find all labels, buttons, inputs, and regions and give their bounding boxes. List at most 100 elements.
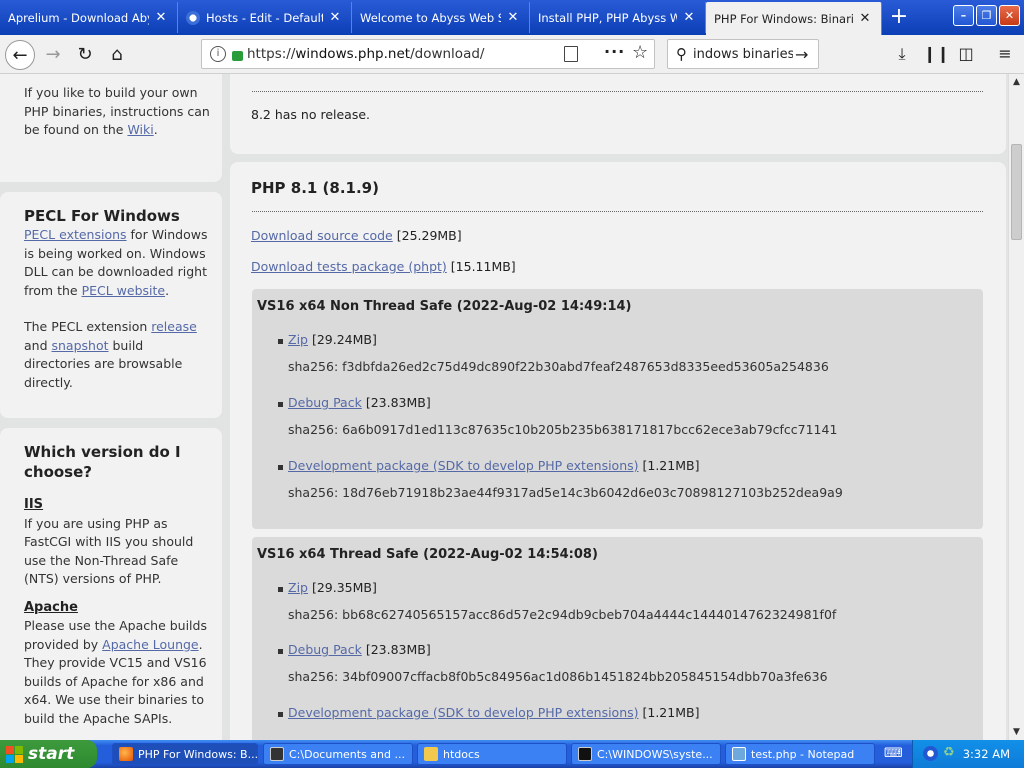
build-own-card: If you like to build your own PHP binari… [0,74,222,182]
download-tests-link[interactable]: Download tests package (phpt) [251,259,447,274]
wiki-link[interactable]: Wiki [127,122,153,137]
scrollbar-thumb[interactable] [1011,144,1022,240]
tab-abyss-welcome[interactable]: Welcome to Abyss Web Ser ✕ [352,2,530,33]
file-size: [23.83MB] [365,642,431,657]
source-row: Download source code [25.29MB] [251,228,462,243]
tab-title: Welcome to Abyss Web Ser [360,10,501,25]
globe-tray-icon[interactable] [923,746,938,761]
pecl-dirs-text: The PECL extension release and snapshot … [24,318,210,392]
url-path: /download/ [410,46,485,62]
task-label: htdocs [443,747,480,761]
tab-php-windows[interactable]: PHP For Windows: Binaries a ✕ [706,2,882,35]
sha256-text: sha256: f3dbfda26ed2c75d49dc890f22b30abd… [288,359,829,374]
tests-row: Download tests package (phpt) [15.11MB] [251,259,516,274]
debug-pack-link[interactable]: Debug Pack [288,395,362,410]
apache-heading: Apache [24,599,78,615]
bullet [278,465,283,470]
bookmark-star-icon[interactable]: ☆ [632,42,648,63]
which-version-card: Which version do I choose? IIS If you ar… [0,428,222,740]
task-firefox[interactable]: PHP For Windows: B... [112,743,258,765]
tab-hosts[interactable]: Hosts - Edit - Default H ✕ [178,2,352,33]
build-own-pre: If you like to build your own PHP binari… [24,85,210,137]
file-size: [29.35MB] [311,580,377,595]
task-notepad[interactable]: test.php - Notepad [725,743,875,765]
tab-close-icon[interactable]: ✕ [505,10,521,25]
divider [252,91,983,92]
build-box-nts: VS16 x64 Non Thread Safe (2022-Aug-02 14… [252,289,983,529]
snapshot-link[interactable]: snapshot [52,338,109,353]
start-button[interactable]: start [0,740,97,768]
pecl-text-3: The PECL extension [24,319,152,334]
home-button[interactable]: ⌂ [102,40,132,70]
task-cmd-system[interactable]: C:\WINDOWS\syste... [571,743,721,765]
file-row: Debug Pack [23.83MB] [288,395,431,410]
reader-view-icon[interactable] [564,46,578,62]
iis-heading: IIS [24,497,44,512]
file-size: [1.21MB] [642,458,700,473]
zip-link[interactable]: Zip [288,332,308,347]
minimize-button[interactable]: – [953,5,974,26]
vertical-scrollbar[interactable]: ▲ ▼ [1008,74,1024,740]
tab-close-icon[interactable]: ✕ [153,10,169,25]
file-row: Debug Pack [23.83MB] [288,642,431,657]
close-window-button[interactable]: ✕ [999,5,1020,26]
tab-close-icon[interactable]: ✕ [857,11,873,26]
info-icon[interactable]: i [210,46,226,62]
build-own-text: If you like to build your own PHP binari… [24,84,210,140]
pecl-text-4: and [24,337,52,353]
network-tray-icon[interactable]: ♻ [943,745,958,760]
scroll-down-arrow-icon[interactable]: ▼ [1009,724,1024,740]
back-button[interactable]: ← [5,40,35,70]
bullet [278,339,283,344]
menu-icon[interactable]: ≡ [994,43,1016,65]
sidebar-toggle-icon[interactable]: ◫ [955,43,977,65]
keyboard-icon[interactable]: ⌨ [884,746,903,762]
pecl-website-link[interactable]: PECL website [82,283,166,298]
dev-package-link[interactable]: Development package (SDK to develop PHP … [288,705,639,720]
task-htdocs[interactable]: htdocs [417,743,567,765]
search-box[interactable]: ⚲ → [667,39,819,69]
apache-lounge-link[interactable]: Apache Lounge [102,637,198,652]
tab-aprelium[interactable]: Aprelium - Download Abyss W ✕ [0,2,178,33]
console-icon [578,747,592,761]
php82-note: 8.2 has no release. [251,107,371,122]
clock[interactable]: 3:32 AM [963,747,1010,761]
debug-pack-link[interactable]: Debug Pack [288,642,362,657]
task-label: PHP For Windows: B... [138,747,258,761]
download-source-link[interactable]: Download source code [251,228,393,243]
downloads-icon[interactable]: ⤓ [891,43,913,65]
tests-size: [15.11MB] [450,259,516,274]
library-icon[interactable]: ❙❙ [923,43,950,65]
search-input[interactable] [693,46,793,62]
forward-button[interactable]: → [38,40,68,70]
pecl-card: PECL For Windows PECL extensions for Win… [0,192,222,418]
reload-button[interactable]: ↻ [70,40,100,70]
maximize-button[interactable]: ❐ [976,5,997,26]
build-title: VS16 x64 Thread Safe (2022-Aug-02 14:54:… [257,547,598,562]
pecl-text: PECL extensions for Windows is being wor… [24,226,210,300]
scroll-up-arrow-icon[interactable]: ▲ [1009,74,1024,90]
tab-close-icon[interactable]: ✕ [681,10,697,25]
tab-close-icon[interactable]: ✕ [327,10,343,25]
search-go-icon[interactable]: → [795,45,808,64]
pecl-extensions-link[interactable]: PECL extensions [24,227,127,242]
dev-package-link[interactable]: Development package (SDK to develop PHP … [288,458,639,473]
url-text[interactable]: https://windows.php.net/download/ [247,46,484,62]
divider [252,211,983,212]
url-bar[interactable]: i https://windows.php.net/download/ ··· … [201,39,655,69]
sha256-text: sha256: 6a6b0917d1ed113c87635c10b205b235… [288,422,838,437]
page-actions-icon[interactable]: ··· [604,42,625,61]
new-tab-button[interactable]: + [884,4,914,30]
file-size: [29.24MB] [311,332,377,347]
build-box-ts: VS16 x64 Thread Safe (2022-Aug-02 14:54:… [252,537,983,740]
which-version-title: Which version do I choose? [24,443,181,481]
file-row: Zip [29.24MB] [288,332,377,347]
release-link[interactable]: release [151,319,197,334]
tab-install-php[interactable]: Install PHP, PHP Abyss Web ✕ [530,2,706,33]
task-cmd-documents[interactable]: C:\Documents and ... [263,743,413,765]
sha256-text: sha256: bb68c62740565157acc86d57e2c94db9… [288,607,837,622]
system-tray: ♻ 3:32 AM [912,740,1024,768]
sha256-text: sha256: 18d76eb71918b23ae44f9317ad5e14c3… [288,485,843,500]
pecl-title: PECL For Windows [24,207,180,225]
zip-link[interactable]: Zip [288,580,308,595]
